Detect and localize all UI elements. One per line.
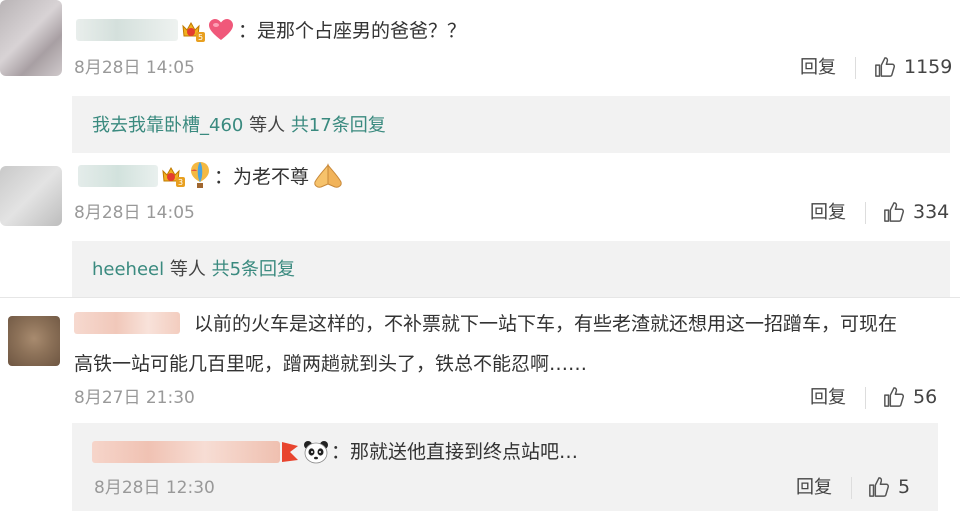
reply-thread-summary[interactable]: heeheel 等人 共5条回复 [92,258,295,282]
username-blurred[interactable] [78,165,158,187]
clasped-hands-icon [314,163,342,188]
comment-time: 8月28日 14:05 [74,58,195,78]
thumbs-up-icon [884,202,905,222]
balloon-icon [191,162,209,188]
comment-time: 8月27日 21:30 [74,388,195,408]
reply-button[interactable]: 回复 [810,387,846,409]
thumbs-up-icon [884,387,905,407]
reply-user-link[interactable]: 我去我靠卧槽_460 [92,115,243,136]
reply-user-link[interactable]: heeheel [92,259,164,280]
svg-text:5: 5 [198,33,203,42]
reply-button[interactable]: 回复 [800,57,836,79]
divider [855,57,856,79]
like-count: 5 [898,476,911,498]
comment-text: ：是那个占座男的爸爸？？ [238,20,467,42]
divider [865,387,866,409]
total-replies-link[interactable]: 共5条回复 [212,259,295,280]
total-replies-link[interactable]: 共17条回复 [291,115,386,136]
avatar[interactable] [0,166,62,226]
like-count: 56 [913,386,938,408]
panda-icon [304,441,328,464]
reply-time: 8月28日 12:30 [94,478,215,498]
comment-divider [0,297,960,298]
reply-text: ：那就送他直接到终点站吧… [331,441,579,463]
like-button[interactable]: 1159 [874,56,952,78]
reply-button[interactable]: 回复 [810,202,846,224]
divider [851,477,852,499]
avatar[interactable] [8,316,60,366]
like-button[interactable]: 5 [868,476,910,498]
reply-button[interactable]: 回复 [796,477,832,499]
red-flag-icon [282,442,298,462]
username-blurred[interactable] [74,312,180,334]
username-blurred[interactable] [92,441,280,463]
username-blurred[interactable] [76,19,178,41]
like-count: 1159 [904,56,953,78]
heart-icon [209,19,233,40]
comment-text-line-1: 以前的火车是这样的，不补票就下一站下车，有些老渣就还想用这一招蹭车，可现在 [194,313,898,335]
crown-badge-icon: 3 [162,166,185,187]
comment-text-line-2: 高铁一站可能几百里呢，蹭两趟就到头了，铁总不能忍啊…… [74,353,588,375]
divider [865,202,866,224]
svg-text:3: 3 [178,178,183,187]
reply-thread-summary[interactable]: 我去我靠卧槽_460 等人 共17条回复 [92,114,386,138]
like-button[interactable]: 56 [883,386,937,408]
like-button[interactable]: 334 [883,201,949,223]
like-count: 334 [913,201,950,223]
thumbs-up-icon [869,477,890,497]
comment-time: 8月28日 14:05 [74,203,195,223]
comment-text: ：为老不尊 [214,166,310,188]
thumbs-up-icon [875,57,896,77]
crown-badge-icon: 5 [182,21,205,42]
avatar[interactable] [0,0,62,76]
